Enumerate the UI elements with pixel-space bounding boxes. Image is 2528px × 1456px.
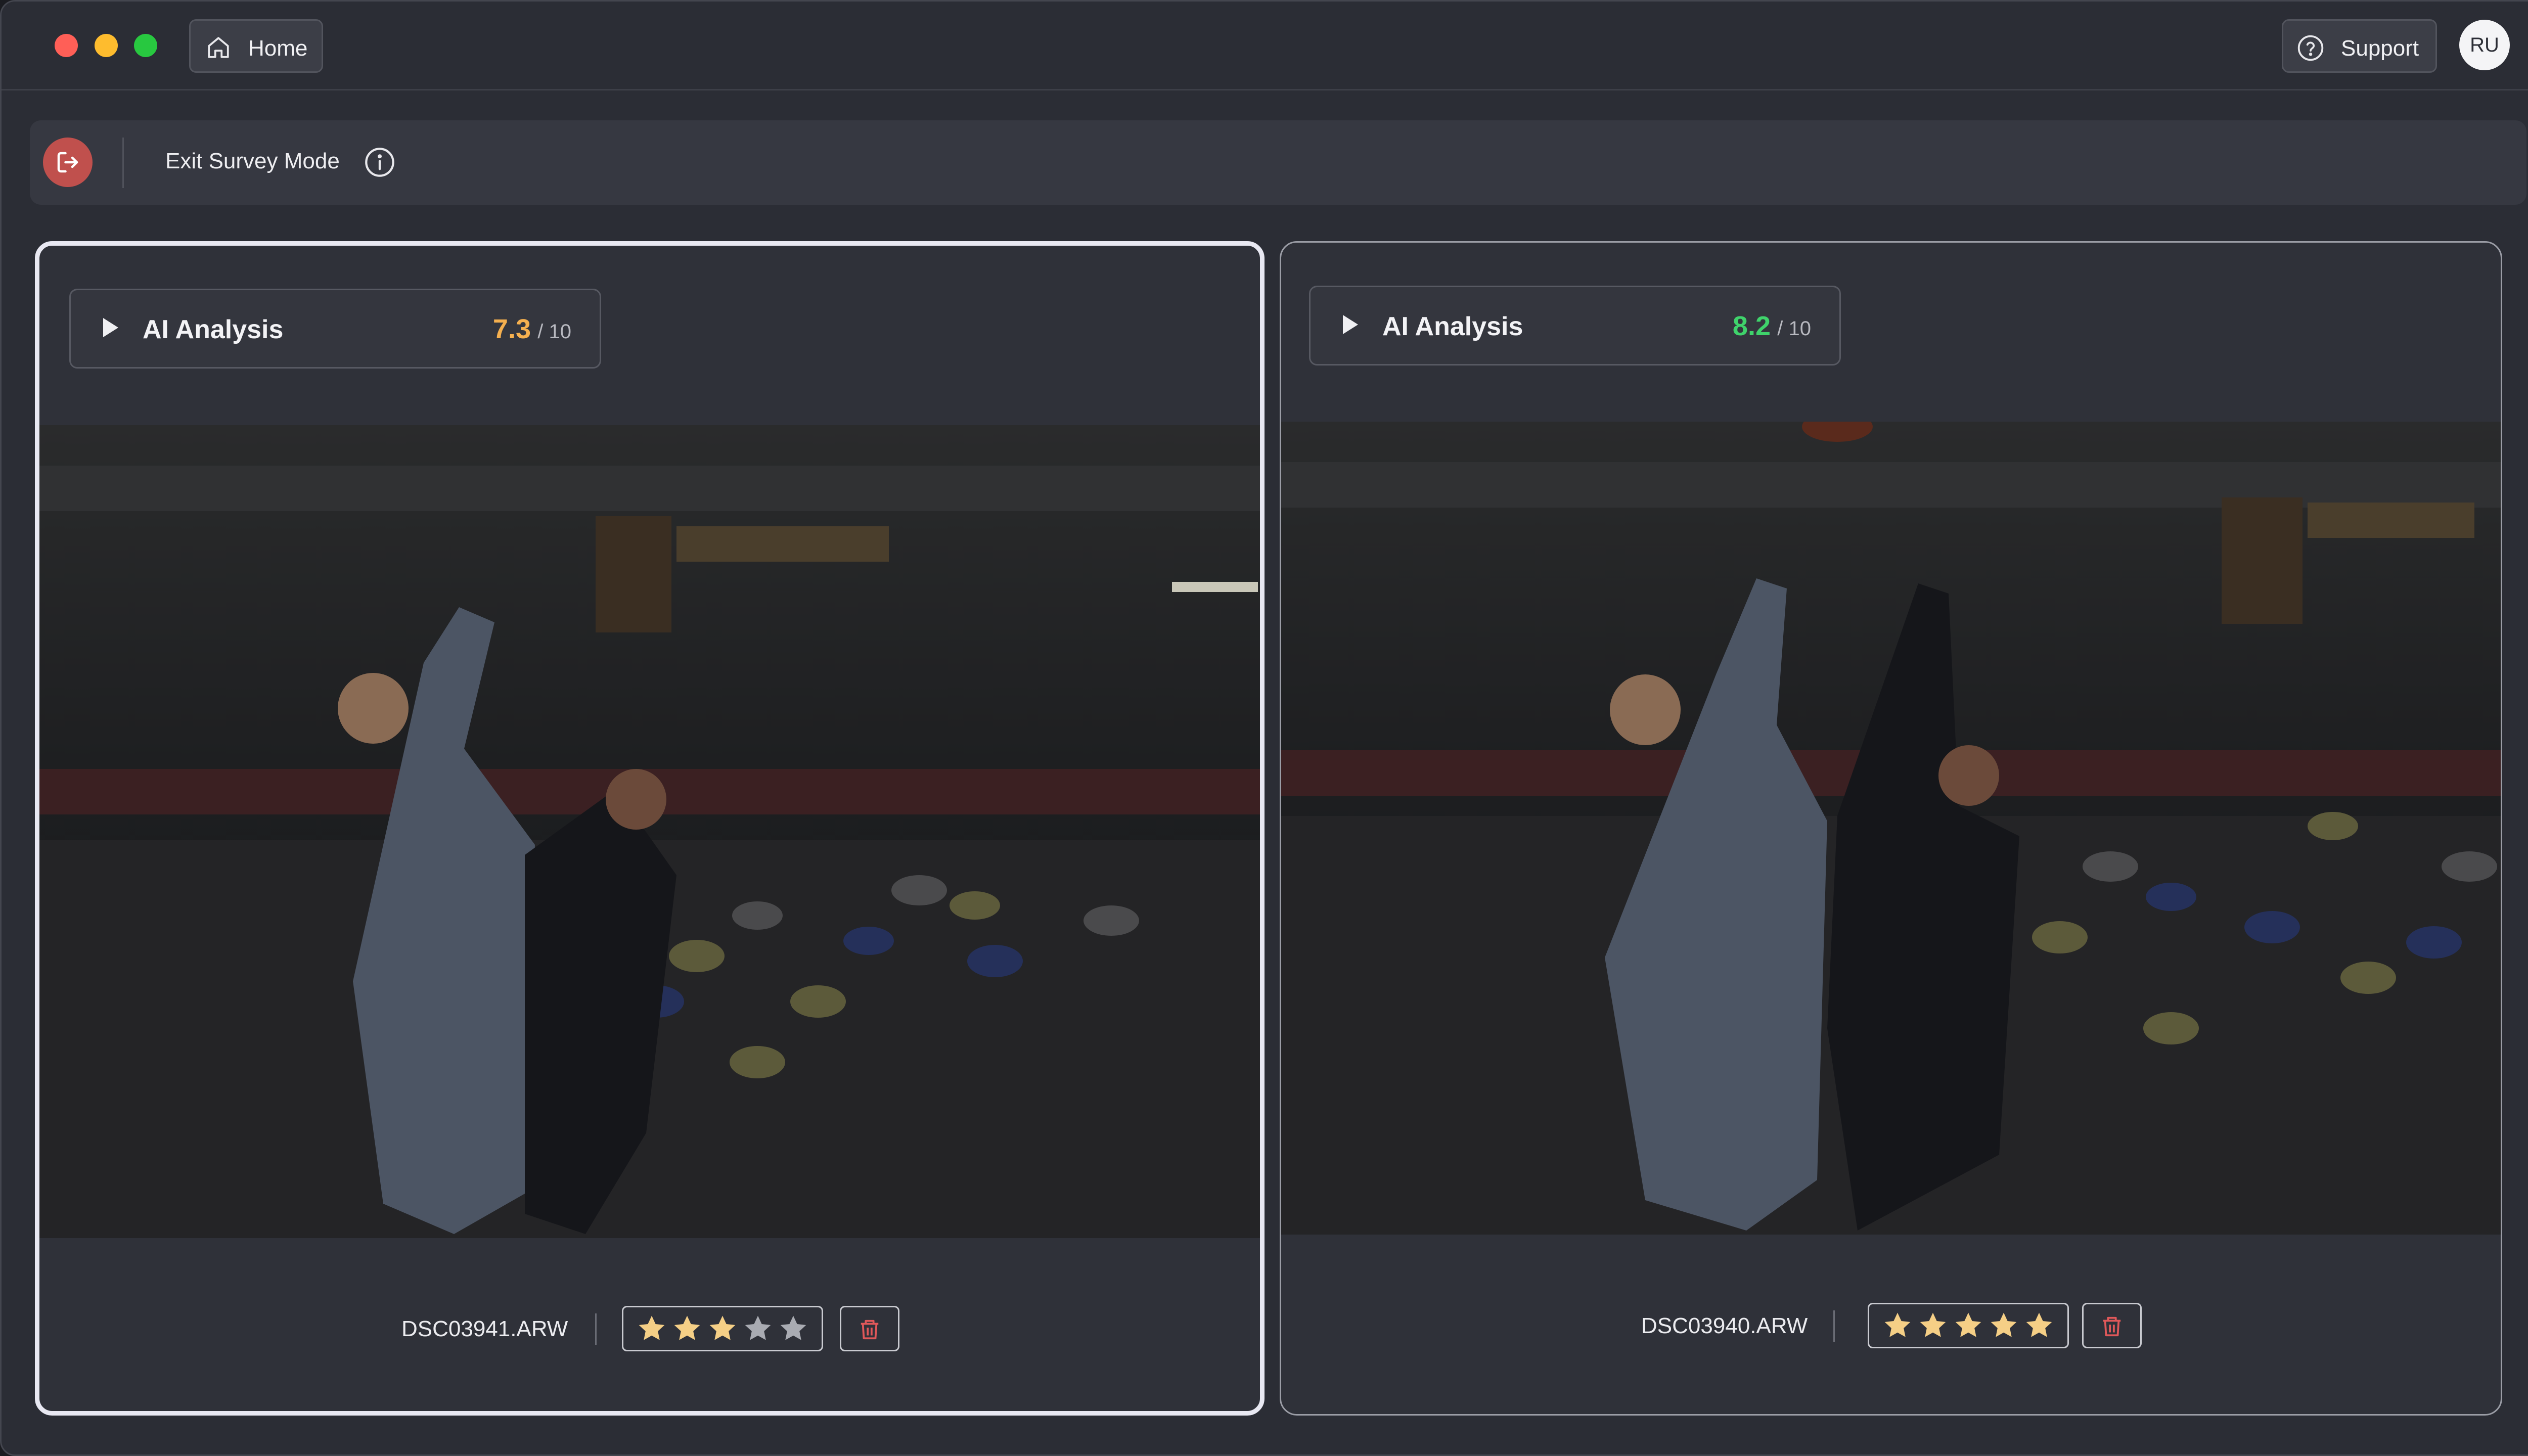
toolbar-divider: [122, 138, 124, 188]
trash-icon: [861, 1320, 879, 1340]
trash-icon: [2103, 1316, 2121, 1337]
home-label: Home: [248, 36, 308, 61]
delete-button[interactable]: [840, 1306, 899, 1351]
photo-preview[interactable]: [39, 425, 1260, 1238]
star-rating[interactable]: [622, 1306, 823, 1351]
basketball-photo-image: [1281, 422, 2501, 1235]
ai-analysis-toggle[interactable]: AI Analysis / 10 7.3: [69, 289, 601, 369]
ai-analysis-label: AI Analysis: [143, 315, 284, 344]
photo-card-right[interactable]: AI Analysis / 10 8.2 DSC03940.ARW: [1280, 241, 2502, 1416]
support-button[interactable]: Support: [2282, 19, 2437, 73]
ai-analysis-toggle[interactable]: AI Analysis / 10 8.2: [1309, 286, 1841, 366]
info-icon[interactable]: [364, 146, 396, 178]
ai-score: 7.3: [492, 314, 531, 344]
footer-separator: [595, 1313, 597, 1345]
star-filled-icon[interactable]: [1953, 1310, 1984, 1341]
footer-separator: [1833, 1310, 1835, 1342]
star-filled-icon[interactable]: [1882, 1310, 1913, 1341]
home-button[interactable]: Home: [189, 19, 323, 73]
star-rating[interactable]: [1868, 1303, 2069, 1348]
maximize-window-button[interactable]: [134, 34, 157, 57]
star-empty-icon[interactable]: [742, 1313, 774, 1344]
filename-label: DSC03941.ARW: [401, 1316, 568, 1341]
close-window-button[interactable]: [55, 34, 78, 57]
filename-label: DSC03940.ARW: [1641, 1313, 1808, 1338]
minimize-window-button[interactable]: [95, 34, 118, 57]
score-max: / 10: [537, 321, 571, 343]
star-filled-icon[interactable]: [671, 1313, 703, 1344]
help-icon: [2297, 35, 2324, 61]
support-label: Support: [2341, 36, 2419, 61]
expand-triangle-icon: [103, 318, 118, 337]
photo-card-left[interactable]: AI Analysis / 10 7.3 DSC03941.ARW: [35, 241, 1265, 1416]
star-filled-icon[interactable]: [1988, 1310, 2019, 1341]
exit-icon: [57, 152, 78, 173]
user-avatar[interactable]: RU: [2459, 20, 2510, 70]
photo-preview[interactable]: [1281, 422, 2501, 1235]
exit-survey-button[interactable]: [43, 138, 93, 187]
survey-toolbar: Exit Survey Mode: [30, 120, 2526, 205]
home-icon: [208, 37, 229, 58]
basketball-photo-image: [39, 425, 1260, 1238]
star-filled-icon[interactable]: [2023, 1310, 2055, 1341]
star-filled-icon[interactable]: [1917, 1310, 1949, 1341]
delete-button[interactable]: [2082, 1303, 2142, 1348]
exit-survey-label[interactable]: Exit Survey Mode: [165, 149, 340, 174]
app-window: Home Support RU Exit Survey Mode AI Anal…: [0, 0, 2528, 1456]
title-bar: Home Support RU: [2, 2, 2528, 90]
expand-triangle-icon: [1343, 315, 1358, 334]
star-filled-icon[interactable]: [707, 1313, 738, 1344]
ai-score: 8.2: [1732, 311, 1771, 341]
star-filled-icon[interactable]: [636, 1313, 667, 1344]
ai-analysis-label: AI Analysis: [1382, 312, 1523, 341]
star-empty-icon[interactable]: [778, 1313, 809, 1344]
score-max: / 10: [1777, 317, 1811, 340]
